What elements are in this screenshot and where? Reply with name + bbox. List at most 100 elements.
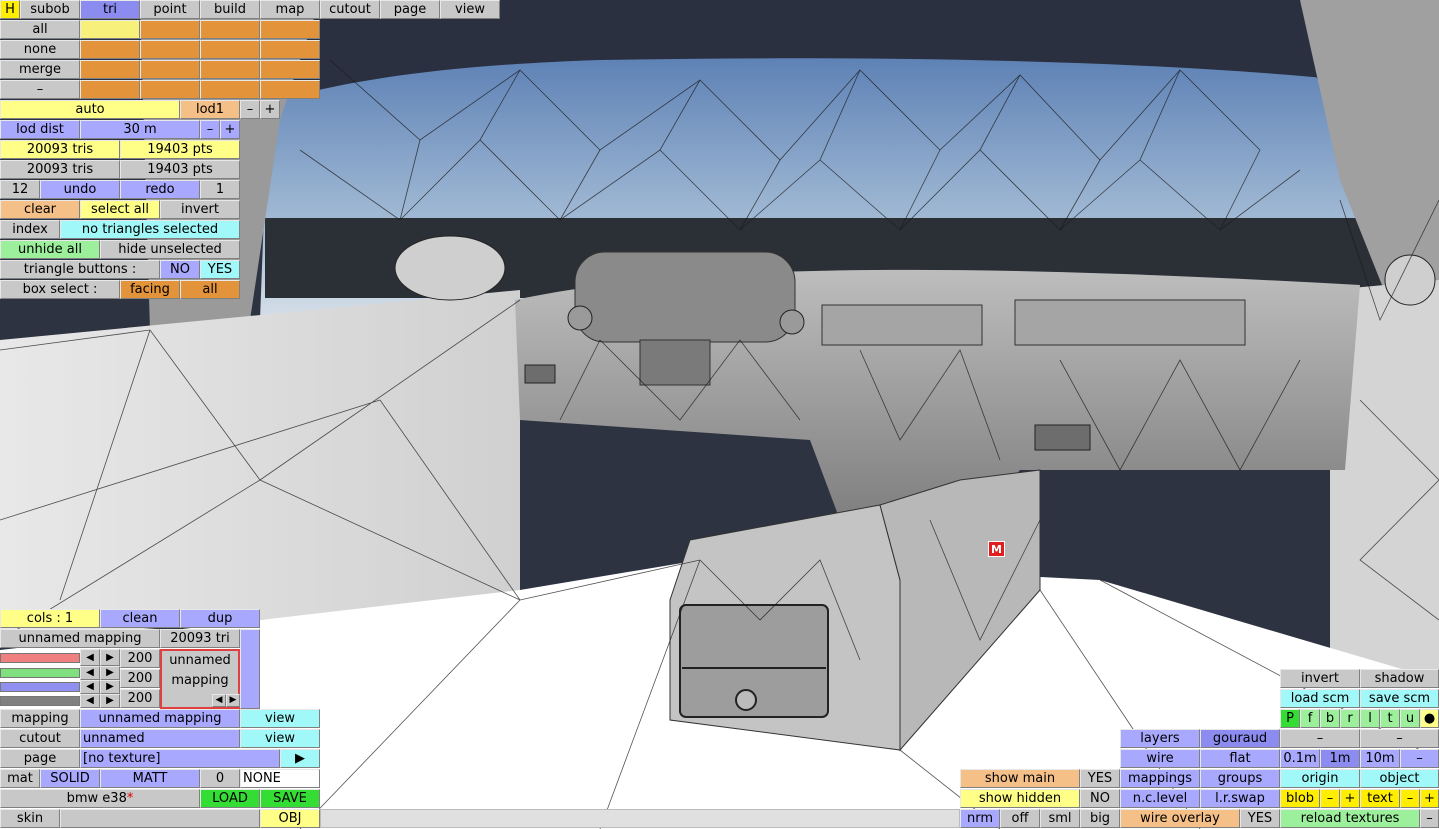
- reload-textures-button[interactable]: reload textures: [1280, 809, 1420, 828]
- object-button[interactable]: object: [1360, 769, 1439, 788]
- green-slider[interactable]: [0, 668, 80, 678]
- cutout-value[interactable]: unnamed: [80, 729, 240, 748]
- subob-slot[interactable]: [80, 80, 140, 99]
- tab-page[interactable]: page: [380, 0, 440, 19]
- save-scm-button[interactable]: save scm: [1360, 689, 1439, 708]
- preview-right-arrow[interactable]: ▶: [226, 694, 240, 707]
- load-scm-button[interactable]: load scm: [1280, 689, 1360, 708]
- save-button[interactable]: SAVE: [260, 789, 320, 808]
- view-cutout-button[interactable]: view: [240, 729, 320, 748]
- dup-button[interactable]: dup: [180, 609, 260, 628]
- view-p-button[interactable]: P: [1280, 709, 1300, 728]
- subob-slot[interactable]: [140, 80, 200, 99]
- mat-number[interactable]: 0: [200, 769, 240, 788]
- minus-button-1[interactable]: –: [1280, 729, 1360, 748]
- model-name[interactable]: bmw e38*: [0, 789, 200, 808]
- hide-unselected-button[interactable]: hide unselected: [100, 240, 240, 259]
- gouraud-button[interactable]: gouraud: [1200, 729, 1280, 748]
- scale-1m-button[interactable]: 1m: [1320, 749, 1360, 768]
- subob-slot[interactable]: [140, 20, 200, 39]
- load-button[interactable]: LOAD: [200, 789, 260, 808]
- mapping-value[interactable]: unnamed mapping: [80, 709, 240, 728]
- solid-button[interactable]: SOLID: [40, 769, 100, 788]
- groups-button[interactable]: groups: [1200, 769, 1280, 788]
- subob-slot[interactable]: [80, 20, 140, 39]
- subob-slot[interactable]: [200, 80, 260, 99]
- clear-selection-button[interactable]: clear: [0, 200, 80, 219]
- normals-sml-button[interactable]: sml: [1040, 809, 1080, 828]
- show-main-button[interactable]: show main: [960, 769, 1080, 788]
- wire-overlay-button[interactable]: wire overlay: [1120, 809, 1240, 828]
- subob-minus-button[interactable]: –: [0, 80, 80, 99]
- tab-map[interactable]: map: [260, 0, 320, 19]
- red-left-arrow[interactable]: ◀: [80, 649, 100, 666]
- subob-none-button[interactable]: none: [0, 40, 80, 59]
- page-next-button[interactable]: ▶: [280, 749, 320, 768]
- subob-slot[interactable]: [200, 20, 260, 39]
- origin-button[interactable]: origin: [1280, 769, 1360, 788]
- subob-all-button[interactable]: all: [0, 20, 80, 39]
- view-b-button[interactable]: b: [1320, 709, 1340, 728]
- skin-value[interactable]: [60, 809, 260, 828]
- tab-view[interactable]: view: [440, 0, 500, 19]
- subob-merge-button[interactable]: merge: [0, 60, 80, 79]
- nc-level-button[interactable]: n.c.level: [1120, 789, 1200, 808]
- preview-left-arrow[interactable]: ◀: [212, 694, 226, 707]
- subob-slot[interactable]: [80, 40, 140, 59]
- triangle-buttons-no[interactable]: NO: [160, 260, 200, 279]
- mapping-name[interactable]: unnamed mapping: [0, 629, 160, 648]
- show-hidden-button[interactable]: show hidden: [960, 789, 1080, 808]
- text-button[interactable]: text: [1360, 789, 1400, 808]
- index-label[interactable]: index: [0, 220, 60, 239]
- scale-minus-button[interactable]: –: [1400, 749, 1439, 768]
- lod-dist-minus-button[interactable]: –: [200, 120, 220, 139]
- mappings-button[interactable]: mappings: [1120, 769, 1200, 788]
- red-slider[interactable]: [0, 653, 80, 663]
- invert-selection-button[interactable]: invert: [160, 200, 240, 219]
- minus-button-2[interactable]: –: [1360, 729, 1439, 748]
- gray-left-arrow[interactable]: ◀: [80, 694, 100, 708]
- mapping-marker[interactable]: M: [988, 541, 1005, 557]
- mapping-scrollbar[interactable]: [240, 629, 260, 709]
- text-minus-button[interactable]: –: [1400, 789, 1420, 808]
- subob-slot[interactable]: [260, 80, 320, 99]
- matt-button[interactable]: MATT: [100, 769, 200, 788]
- blue-right-arrow[interactable]: ▶: [100, 680, 120, 694]
- lod-plus-button[interactable]: +: [260, 100, 280, 119]
- subob-slot[interactable]: [200, 40, 260, 59]
- text-plus-button[interactable]: +: [1420, 789, 1439, 808]
- blob-plus-button[interactable]: +: [1340, 789, 1360, 808]
- normals-off-button[interactable]: off: [1000, 809, 1040, 828]
- blob-button[interactable]: blob: [1280, 789, 1320, 808]
- view-f-button[interactable]: f: [1300, 709, 1320, 728]
- tab-cutout[interactable]: cutout: [320, 0, 380, 19]
- normals-big-button[interactable]: big: [1080, 809, 1120, 828]
- page-value[interactable]: [no texture]: [80, 749, 280, 768]
- flat-button[interactable]: flat: [1200, 749, 1280, 768]
- unhide-all-button[interactable]: unhide all: [0, 240, 100, 259]
- gray-slider[interactable]: [0, 696, 80, 706]
- invert-button[interactable]: invert: [1280, 669, 1360, 688]
- cols-button[interactable]: cols : 1: [0, 609, 100, 628]
- tab-point[interactable]: point: [140, 0, 200, 19]
- layers-button[interactable]: layers: [1120, 729, 1200, 748]
- subob-slot[interactable]: [140, 60, 200, 79]
- tab-build[interactable]: build: [200, 0, 260, 19]
- scale-0-1m-button[interactable]: 0.1m: [1280, 749, 1320, 768]
- triangle-buttons-yes[interactable]: YES: [200, 260, 240, 279]
- shadow-button[interactable]: shadow: [1360, 669, 1439, 688]
- view-l-button[interactable]: l: [1360, 709, 1380, 728]
- red-right-arrow[interactable]: ▶: [100, 649, 120, 666]
- subob-slot[interactable]: [260, 60, 320, 79]
- green-right-arrow[interactable]: ▶: [100, 666, 120, 680]
- green-left-arrow[interactable]: ◀: [80, 666, 100, 680]
- help-button[interactable]: H: [0, 0, 20, 19]
- obj-button[interactable]: OBJ: [260, 809, 320, 828]
- box-select-all[interactable]: all: [180, 280, 240, 299]
- blob-minus-button[interactable]: –: [1320, 789, 1340, 808]
- lod-auto-button[interactable]: auto: [0, 100, 180, 119]
- clean-button[interactable]: clean: [100, 609, 180, 628]
- wire-button[interactable]: wire: [1120, 749, 1200, 768]
- show-hidden-value[interactable]: NO: [1080, 789, 1120, 808]
- view-dot-icon[interactable]: ●: [1420, 709, 1439, 728]
